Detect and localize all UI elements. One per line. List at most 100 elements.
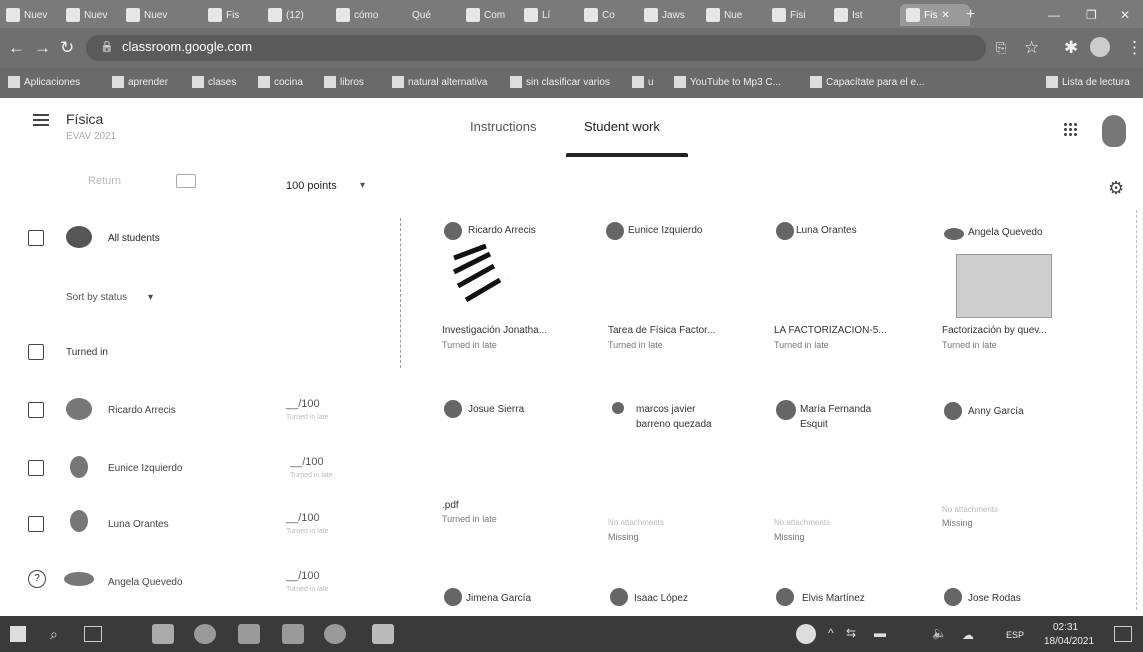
card-student-name: marcos javier barreno quezada <box>636 404 712 430</box>
submission-status: Turned in late <box>774 340 829 350</box>
attachment-filename[interactable]: Investigación Jonatha... <box>442 325 547 336</box>
window-close-icon[interactable]: ✕ <box>1120 4 1130 26</box>
sort-by-status[interactable]: Sort by status <box>66 292 127 303</box>
browser-tab-active[interactable]: Fis ✕ <box>900 4 970 26</box>
translate-icon[interactable]: ⎘ <box>996 40 1006 56</box>
network-icon[interactable]: ⇆ <box>846 626 856 640</box>
browser-tab[interactable]: Jaws <box>644 4 696 26</box>
tab-instructions[interactable]: Instructions <box>470 119 536 134</box>
attachment-filename[interactable]: LA FACTORIZACION-5... <box>774 325 887 336</box>
browser-tab[interactable]: Nuev <box>126 4 182 26</box>
volume-icon[interactable]: 🔈 <box>932 626 947 640</box>
language-indicator[interactable]: ESP <box>1006 630 1024 640</box>
bookmark-item[interactable]: YouTube to Mp3 C... <box>674 76 781 88</box>
grade-value[interactable]: __/100 <box>290 456 324 468</box>
profile-avatar[interactable] <box>1090 37 1110 57</box>
grade-value[interactable]: __/100 <box>286 512 320 524</box>
windows-start-icon[interactable] <box>10 626 26 642</box>
no-attachments-label: No attachments <box>942 505 999 514</box>
forward-icon[interactable]: → <box>34 38 51 58</box>
grade-value[interactable]: __/100 <box>286 570 320 582</box>
browser-tab[interactable]: Ist <box>834 4 890 26</box>
extensions-icon[interactable]: ✱ <box>1064 38 1078 58</box>
browser-tab[interactable]: Fis <box>208 4 258 26</box>
course-title[interactable]: Física <box>66 111 103 127</box>
reading-list[interactable]: Lista de lectura <box>1046 76 1130 88</box>
new-tab-button[interactable]: + <box>966 4 986 26</box>
chevron-down-icon[interactable]: ▾ <box>360 180 365 191</box>
bookmark-item[interactable]: sin clasificar varios <box>510 76 610 88</box>
browser-tab[interactable]: cómo <box>336 4 392 26</box>
notifications-icon[interactable] <box>1114 626 1132 642</box>
clock-time[interactable]: 02:31 <box>1053 622 1078 633</box>
browser-tab[interactable]: Lí <box>524 4 574 26</box>
minimize-icon[interactable]: — <box>1048 4 1060 26</box>
return-button[interactable]: Return <box>88 175 121 187</box>
attachment-thumbnail[interactable] <box>776 244 876 314</box>
tray-chevron-icon[interactable]: ^ <box>828 626 834 640</box>
bookmark-item[interactable]: natural alternativa <box>392 76 488 88</box>
browser-tab[interactable]: Nuev <box>66 4 118 26</box>
tab-favicon-icon <box>524 8 538 22</box>
scrollbar[interactable] <box>1136 210 1140 610</box>
help-icon[interactable]: ? <box>28 570 46 588</box>
onedrive-icon[interactable]: ☁ <box>962 628 974 642</box>
user-avatar[interactable] <box>1102 115 1126 147</box>
chrome-icon[interactable] <box>194 624 216 644</box>
browser-tab[interactable]: Co <box>584 4 640 26</box>
bookmark-star-icon[interactable]: ☆ <box>1024 38 1039 58</box>
browser-tab[interactable]: Com <box>466 4 516 26</box>
edge-icon[interactable] <box>152 624 174 644</box>
google-apps-icon[interactable] <box>1063 122 1077 136</box>
browser-tab[interactable]: Nuev <box>6 4 58 26</box>
bookmark-item[interactable]: aprender <box>112 76 168 88</box>
email-icon[interactable] <box>176 174 196 188</box>
bookmark-item[interactable]: u <box>632 76 654 88</box>
card-student-name: Ricardo Arrecis <box>468 225 536 236</box>
reload-icon[interactable]: ↻ <box>60 38 74 58</box>
app-icon[interactable] <box>372 624 394 644</box>
turned-in-checkbox[interactable] <box>28 344 44 360</box>
student-checkbox[interactable] <box>28 460 44 476</box>
more-menu-icon[interactable]: ⋮ <box>1126 38 1143 58</box>
attachment-filename[interactable]: .pdf <box>442 500 459 511</box>
clock-date[interactable]: 18/04/2021 <box>1044 636 1094 647</box>
student-checkbox[interactable] <box>28 402 44 418</box>
tab-student-work[interactable]: Student work <box>584 119 660 134</box>
attachment-filename[interactable]: Factorización by quev... <box>942 325 1047 336</box>
maximize-icon[interactable]: ❐ <box>1086 4 1097 26</box>
points-select[interactable]: 100 points <box>286 180 337 192</box>
grade-value[interactable]: __/100 <box>286 398 320 410</box>
bookmark-item[interactable]: clases <box>192 76 236 88</box>
attachment-thumbnail[interactable] <box>956 254 1052 318</box>
bookmark-item[interactable]: cocina <box>258 76 303 88</box>
browser-tab[interactable]: (12) <box>268 4 324 26</box>
close-icon[interactable]: ✕ <box>941 10 949 21</box>
chevron-down-icon[interactable]: ▾ <box>148 292 153 303</box>
address-bar[interactable]: 🔒 classroom.google.com <box>86 35 986 61</box>
browser-tab[interactable]: Qué <box>412 4 462 26</box>
student-checkbox[interactable] <box>28 516 44 532</box>
browser-tab[interactable]: Nue <box>706 4 762 26</box>
app-icon[interactable] <box>282 624 304 644</box>
search-icon[interactable]: ⌕ <box>50 626 58 643</box>
task-view-icon[interactable] <box>84 626 102 642</box>
no-attachments-label: No attachments <box>608 518 665 527</box>
file-explorer-icon[interactable] <box>238 624 260 644</box>
attachment-thumbnail[interactable] <box>608 244 708 314</box>
chrome-running-icon[interactable] <box>796 624 816 644</box>
bookmark-item[interactable]: Aplicaciones <box>8 76 80 88</box>
bookmark-item[interactable]: libros <box>324 76 364 88</box>
bookmark-item[interactable]: Capacítate para el e... <box>810 76 924 88</box>
hamburger-menu-icon[interactable] <box>33 114 49 116</box>
back-icon[interactable]: ← <box>8 38 25 58</box>
app-icon[interactable] <box>324 624 346 644</box>
url-text: classroom.google.com <box>122 39 253 54</box>
submission-status: Turned in late <box>942 340 997 350</box>
attachment-filename[interactable]: Tarea de Física Factor... <box>608 325 715 336</box>
browser-tab[interactable]: Fisi <box>772 4 828 26</box>
battery-icon[interactable]: ▬ <box>874 626 886 640</box>
gear-icon[interactable]: ⚙ <box>1108 178 1124 199</box>
attachment-thumbnail[interactable]: · <box>448 244 548 314</box>
select-all-checkbox[interactable] <box>28 230 44 246</box>
